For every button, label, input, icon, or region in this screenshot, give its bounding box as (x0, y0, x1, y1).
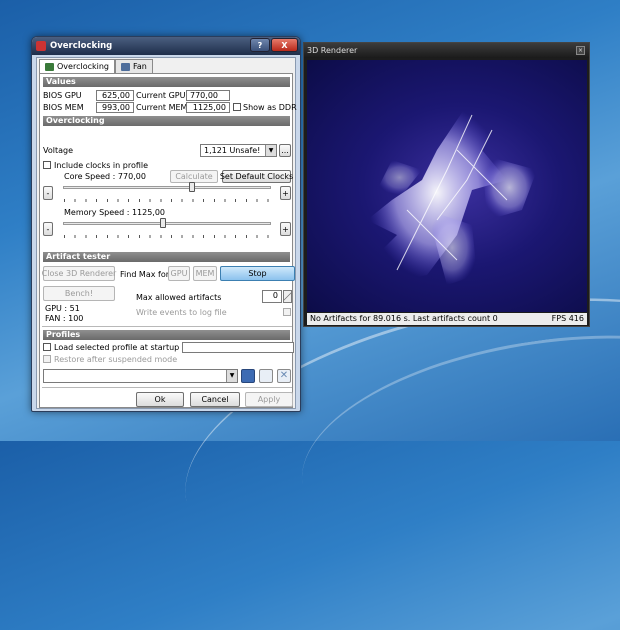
current-mem-label: Current MEM (136, 103, 188, 112)
show-ddr-label: Show as DDR (243, 103, 297, 112)
bios-gpu-value: 625,00 (96, 90, 134, 101)
current-mem-value: 1125,00 (186, 102, 230, 113)
window-title: Overclocking (50, 41, 113, 51)
memory-speed-label: Memory Speed : 1125,00 (64, 208, 166, 217)
cancel-button[interactable]: Cancel (190, 392, 240, 407)
core-slider-thumb[interactable] (188, 182, 195, 192)
core-slider-track (63, 186, 271, 189)
chevron-down-icon: ▼ (226, 370, 237, 382)
find-max-label: Find Max for (120, 270, 170, 279)
artifact-status-text: No Artifacts for 89.016 s. Last artifact… (310, 314, 498, 323)
renderer-close-icon[interactable]: × (576, 46, 585, 55)
find-max-gpu-button[interactable]: GPU (168, 266, 190, 281)
close-button[interactable]: X (271, 38, 298, 52)
fps-counter: FPS 416 (551, 314, 584, 323)
renderer-titlebar[interactable]: 3D Renderer (304, 43, 589, 58)
show-ddr-checkbox[interactable] (233, 103, 241, 111)
render-canvas (307, 60, 587, 312)
max-artifacts-label: Max allowed artifacts (136, 293, 222, 302)
chevron-down-icon: ▼ (265, 145, 276, 156)
mem-slider-track (63, 222, 271, 225)
max-artifacts-input[interactable]: 0 (262, 290, 282, 303)
voltage-label: Voltage (43, 146, 74, 155)
voltage-value: 1,121 Unsafe! (204, 146, 261, 155)
fan-icon (120, 62, 130, 71)
chip-icon (45, 62, 54, 71)
load-profile-checkbox[interactable] (43, 343, 51, 351)
fan-value: FAN : 100 (45, 314, 84, 323)
overclocking-panel: Values BIOS GPU 625,00 Current GPU 770,0… (39, 73, 297, 408)
artifact-tester-header: Artifact tester (43, 252, 290, 262)
write-events-checkbox[interactable] (283, 308, 291, 316)
profiles-header: Profiles (43, 330, 290, 340)
renderer-window: 3D Renderer × No Artifacts for 89.016 s.… (303, 42, 590, 327)
tab-overclocking[interactable]: Overclocking (39, 59, 115, 73)
ok-button[interactable]: Ok (136, 392, 184, 407)
tab-bar: Overclocking Fan (39, 59, 153, 73)
values-header: Values (43, 77, 290, 87)
spin-icon[interactable] (283, 290, 292, 303)
restore-label: Restore after suspended mode (54, 355, 178, 364)
bench-button[interactable]: Bench! (43, 286, 115, 301)
tab-label: Fan (132, 62, 147, 71)
overclocking-header: Overclocking (43, 116, 290, 126)
delete-icon[interactable]: ✕ (277, 369, 291, 383)
set-default-clocks-button[interactable]: Set Default Clocks (220, 170, 293, 183)
apply-button[interactable]: Apply (245, 392, 293, 407)
stop-button[interactable]: Stop (220, 266, 295, 281)
include-clocks-checkbox[interactable] (43, 161, 51, 169)
tab-fan[interactable]: Fan (114, 59, 153, 73)
current-gpu-value: 770,00 (186, 90, 230, 101)
mem-slider-thumb[interactable] (159, 218, 166, 228)
write-events-label: Write events to log file (136, 308, 227, 317)
renderer-status-bar: No Artifacts for 89.016 s. Last artifact… (307, 313, 587, 325)
divider (42, 326, 292, 327)
close-3d-renderer-button[interactable]: Close 3D Renderer (42, 266, 116, 281)
core-plus-button[interactable]: + (280, 186, 291, 200)
divider (42, 387, 292, 388)
help-button[interactable]: ? (250, 38, 270, 52)
voltage-more-button[interactable]: ... (279, 144, 291, 157)
mem-plus-button[interactable]: + (280, 222, 291, 236)
core-speed-label: Core Speed : 770,00 (64, 172, 146, 181)
mem-minus-button[interactable]: - (43, 222, 53, 236)
core-minus-button[interactable]: - (43, 186, 53, 200)
mem-slider-ticks (64, 235, 272, 238)
voltage-dropdown[interactable]: 1,121 Unsafe! ▼ (200, 144, 277, 157)
open-folder-icon[interactable] (259, 369, 273, 383)
app-icon (36, 41, 46, 51)
gpu-temp-value: GPU : 51 (45, 304, 80, 313)
overclocking-client: Overclocking Fan Values BIOS GPU 625,00 … (36, 57, 297, 409)
render-image (367, 105, 537, 285)
bios-mem-label: BIOS MEM (43, 103, 84, 112)
load-profile-label: Load selected profile at startup (54, 343, 180, 352)
include-clocks-label: Include clocks in profile (54, 161, 149, 170)
find-max-mem-button[interactable]: MEM (193, 266, 217, 281)
core-slider-ticks (64, 199, 272, 202)
tab-label: Overclocking (57, 62, 109, 71)
bios-mem-value: 993,00 (96, 102, 134, 113)
hotkey-field[interactable] (182, 342, 294, 353)
save-icon[interactable] (241, 369, 255, 383)
bios-gpu-label: BIOS GPU (43, 91, 82, 100)
profile-dropdown[interactable]: ▼ (43, 369, 238, 383)
overclocking-window: Overclocking ? X Overclocking Fan Values… (31, 36, 301, 412)
current-gpu-label: Current GPU (136, 91, 186, 100)
restore-checkbox[interactable] (43, 355, 51, 363)
